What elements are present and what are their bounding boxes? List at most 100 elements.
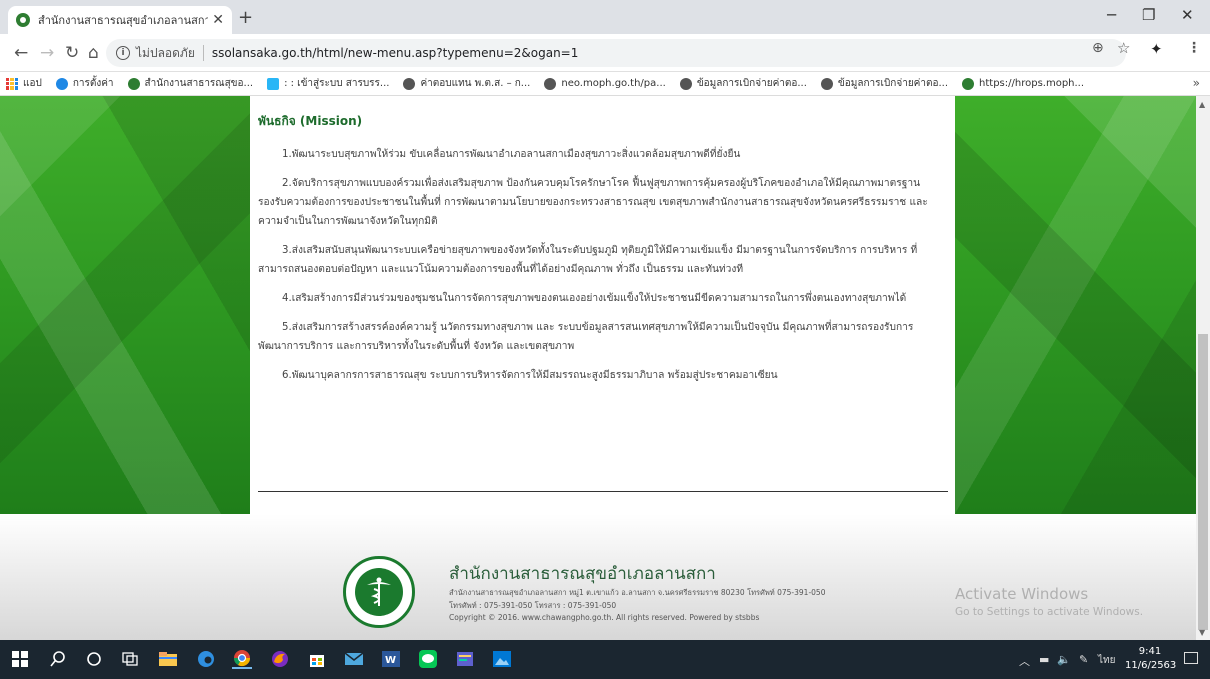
mail-icon[interactable] — [344, 649, 364, 669]
scroll-thumb[interactable] — [1198, 334, 1208, 630]
bookmark-hrops[interactable]: https://hrops.moph... — [962, 77, 1085, 90]
clock-date: 11/6/2563 — [1125, 660, 1177, 671]
globe-icon — [820, 77, 833, 90]
minimize-icon[interactable]: ─ — [1107, 6, 1116, 24]
site-icon — [962, 77, 975, 90]
network-icon[interactable]: ▬ — [1039, 653, 1049, 666]
background-right-panel — [955, 96, 1196, 514]
bookmark-label: ข้อมูลการเบิกจ่ายค่าตอ... — [696, 78, 807, 89]
bookmark-label: https://hrops.moph... — [979, 78, 1085, 89]
mission-title: พันธกิจ (Mission) — [258, 114, 363, 128]
footer-org-name: สำนักงานสาธารณสุขอำเภอลานสกา — [449, 564, 716, 584]
activate-windows-subtitle: Go to Settings to activate Windows. — [955, 606, 1144, 618]
app-icon[interactable] — [455, 649, 475, 669]
cortana-icon[interactable] — [84, 649, 104, 669]
pen-icon[interactable]: ✎ — [1079, 653, 1088, 666]
bookmark-saraban[interactable]: : : เข้าสู่ระบบ สารบรร... — [267, 76, 389, 91]
scroll-down-icon[interactable]: ▼ — [1199, 628, 1205, 637]
edge-icon[interactable] — [196, 649, 216, 669]
globe-icon — [403, 77, 416, 90]
reload-icon[interactable]: ↻ — [65, 43, 79, 63]
bookmark-ssolansaka[interactable]: สำนักงานสาธารณสุขอ... — [127, 76, 254, 91]
menu-icon[interactable]: ⋮ — [1187, 40, 1201, 56]
bookmark-label: ค่าตอบแทน พ.ต.ส. – ก... — [420, 78, 531, 89]
apps-icon — [6, 77, 18, 90]
browser-toolbar: ← → ↻ ⌂ i ไม่ปลอดภัย ssolansaka.go.th/ht… — [0, 34, 1210, 72]
footer-phone: โทรศัพท์ : 075-391-050 โทรสาร : 075-391-… — [449, 601, 617, 610]
bookmark-label: แอป — [23, 78, 42, 89]
bookmark-apps[interactable]: แอป — [6, 76, 42, 91]
mission-item-2: 2.จัดบริการสุขภาพแบบองค์รวมเพื่อส่งเสริม… — [258, 178, 928, 227]
restore-icon[interactable]: ❐ — [1142, 6, 1155, 24]
taskbar-clock[interactable]: 9:41 11/6/2563 — [1125, 645, 1177, 673]
mission-item-4: 4.เสริมสร้างการมีส่วนร่วมของชุมชนในการจั… — [282, 293, 907, 304]
scroll-up-icon[interactable]: ▲ — [1199, 100, 1205, 109]
site-favicon-icon — [16, 13, 30, 27]
bookmark-label: สำนักงานสาธารณสุขอ... — [144, 78, 254, 89]
bookmark-label: : : เข้าสู่ระบบ สารบรร... — [284, 78, 390, 89]
bookmark-settings[interactable]: การตั้งค่า — [55, 76, 114, 91]
new-tab-button[interactable]: + — [238, 7, 253, 28]
chrome-icon[interactable] — [232, 649, 252, 669]
vertical-scrollbar[interactable]: ▲ ▼ — [1196, 96, 1210, 640]
background-left-panel — [0, 96, 250, 514]
url-text[interactable]: ssolansaka.go.th/html/new-menu.asp?typem… — [212, 46, 579, 60]
file-explorer-icon[interactable] — [158, 649, 178, 669]
info-icon[interactable]: i — [116, 46, 130, 60]
store-icon[interactable] — [307, 649, 327, 669]
close-window-icon[interactable]: ✕ — [1181, 6, 1194, 24]
input-language[interactable]: ไทย — [1098, 653, 1115, 668]
bookmark-payment-1[interactable]: ข้อมูลการเบิกจ่ายค่าตอ... — [679, 76, 807, 91]
forward-icon[interactable]: → — [40, 43, 54, 63]
volume-icon[interactable]: 🔈 — [1057, 653, 1071, 666]
tab-title: สำนักงานสาธารณสุขอำเภอลานสกา หน้า — [38, 14, 208, 27]
browser-tab[interactable]: สำนักงานสาธารณสุขอำเภอลานสกา หน้า ✕ — [8, 6, 232, 34]
tab-strip: สำนักงานสาธารณสุขอำเภอลานสกา หน้า ✕ + ─ … — [0, 0, 1210, 34]
mission-item-5: 5.ส่งเสริมการสร้างสรรค์องค์ความรู้ นวัตก… — [258, 322, 914, 352]
back-icon[interactable]: ← — [14, 43, 28, 63]
photos-icon[interactable] — [492, 649, 512, 669]
security-label: ไม่ปลอดภัย — [136, 45, 195, 60]
clock-time: 9:41 — [1138, 646, 1162, 657]
zoom-icon[interactable]: ⊕ — [1092, 40, 1104, 56]
bookmark-pts[interactable]: ค่าตอบแทน พ.ต.ส. – ก... — [403, 76, 530, 91]
bookmark-label: ข้อมูลการเบิกจ่ายค่าตอ... — [837, 78, 949, 89]
mission-item-1: 1.พัฒนาระบบสุขภาพให้ร่วม ขับเคลื่อนการพั… — [282, 149, 741, 160]
close-tab-icon[interactable]: ✕ — [212, 12, 224, 28]
line-icon[interactable] — [418, 649, 438, 669]
extension-icon[interactable]: ✦ — [1150, 40, 1163, 58]
svg-text:W: W — [385, 655, 396, 666]
gear-icon — [55, 77, 68, 90]
footer-address: สำนักงานสาธารณสุขอำเภอลานสกา หมู่1 ต.เขา… — [449, 588, 826, 597]
task-view-icon[interactable] — [120, 649, 140, 669]
bookmarks-overflow-button[interactable]: » — [1193, 76, 1200, 90]
word-icon[interactable]: W — [381, 649, 401, 669]
bookmark-payment-2[interactable]: ข้อมูลการเบิกจ่ายค่าตอ... — [820, 76, 949, 91]
notification-icon[interactable] — [1184, 652, 1198, 664]
footer-copyright: Copyright © 2016. www.chawangpho.go.th. … — [449, 613, 760, 622]
windows-taskbar: W ︿ ▬ 🔈 ✎ ไทย 9:41 11/6/2563 — [0, 640, 1210, 679]
bookmark-label: การตั้งค่า — [72, 78, 114, 89]
page-footer: สำนักงานสาธารณสุขอำเภอลานสกา สำนักงานสาธ… — [0, 514, 1196, 640]
search-icon[interactable] — [48, 649, 68, 669]
site-icon — [267, 77, 280, 90]
mission-item-6: 6.พัฒนาบุคลากรการสาธารณสุข ระบบการบริหาร… — [282, 370, 778, 381]
bookmark-neo-moph[interactable]: neo.moph.go.th/pa... — [544, 77, 666, 90]
site-icon — [127, 77, 140, 90]
tray-chevron-icon[interactable]: ︿ — [1019, 653, 1030, 669]
bookmark-label: neo.moph.go.th/pa... — [561, 78, 666, 89]
home-icon[interactable]: ⌂ — [88, 43, 99, 63]
globe-icon — [679, 77, 692, 90]
content-divider — [258, 491, 948, 492]
ministry-seal-icon — [343, 556, 415, 628]
page-viewport: พันธกิจ (Mission) 1.พัฒนาระบบสุขภาพให้ร่… — [0, 96, 1196, 640]
caduceus-icon — [367, 577, 391, 606]
windows-start-icon[interactable] — [10, 649, 30, 669]
bookmark-star-icon[interactable]: ☆ — [1117, 39, 1130, 57]
activate-windows-title: Activate Windows — [955, 585, 1089, 603]
globe-icon — [544, 77, 557, 90]
mission-content: พันธกิจ (Mission) 1.พัฒนาระบบสุขภาพให้ร่… — [250, 96, 955, 514]
address-bar[interactable]: i ไม่ปลอดภัย ssolansaka.go.th/html/new-m… — [106, 39, 1126, 67]
omnibox-divider — [202, 45, 204, 61]
firefox-icon[interactable] — [270, 649, 290, 669]
